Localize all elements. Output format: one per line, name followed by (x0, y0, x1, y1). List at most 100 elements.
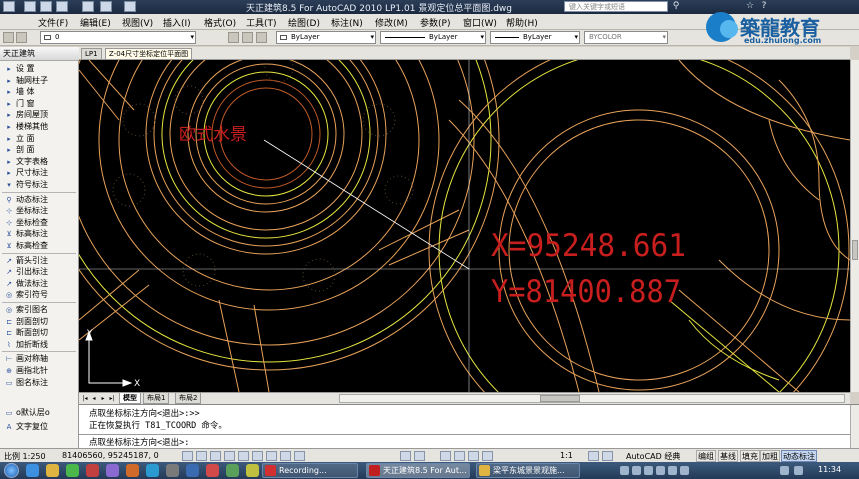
sidebar-item-6[interactable]: ▸ 立 面 (0, 133, 78, 145)
horizontal-scrollbar[interactable] (339, 394, 845, 403)
tray-icon[interactable] (656, 466, 665, 475)
sidebar-item-26[interactable]: ▭ 图名标注 (0, 377, 78, 389)
layer-manager-icon[interactable] (3, 32, 14, 43)
dyn-icon[interactable] (280, 451, 291, 461)
app-icon[interactable] (206, 464, 219, 477)
showmotion-icon[interactable] (482, 451, 493, 461)
app-icon[interactable] (246, 464, 259, 477)
sidebar-item-13[interactable]: ⊹ 坐标检查 (0, 217, 78, 229)
menu-tools[interactable]: 工具(T) (246, 16, 277, 29)
scroll-thumb[interactable] (540, 395, 580, 402)
polar-icon[interactable] (224, 451, 235, 461)
command-scrollbar[interactable] (850, 405, 859, 449)
menu-parameter[interactable]: 参数(P) (420, 16, 450, 29)
steering-wheel-icon[interactable] (468, 451, 479, 461)
menu-draw[interactable]: 绘图(D) (288, 16, 320, 29)
sidebar-item-16[interactable]: ↗ 箭头引注 (0, 255, 78, 267)
last-tab-arrow-icon[interactable]: ▸| (108, 394, 116, 404)
osnap-icon[interactable] (238, 451, 249, 461)
sidebar-item-21[interactable]: ⊏ 剖面剖切 (0, 316, 78, 328)
layer-previous-icon[interactable] (242, 32, 253, 43)
next-tab-arrow-icon[interactable]: ▸ (99, 394, 107, 404)
menu-file[interactable]: 文件(F) (38, 16, 68, 29)
command-line[interactable]: 点取坐标标注方向<退出>:>> 正在恢复执行 T81_TCOORD 命令。 点取… (79, 404, 859, 449)
network-icon[interactable] (780, 466, 789, 475)
help-icon[interactable]: ? (758, 1, 770, 12)
menu-view[interactable]: 视图(V) (122, 16, 153, 29)
sidebar-item-23[interactable]: ⌇ 加折断线 (0, 339, 78, 351)
menu-modify[interactable]: 修改(M) (375, 16, 408, 29)
search-input[interactable]: 键入关键字或短语 (564, 1, 668, 12)
taskbar-folder[interactable]: 梁平东城景景观施... (476, 463, 580, 478)
volume-icon[interactable] (794, 466, 803, 475)
sidebar-item-4[interactable]: ▸ 房间屋顶 (0, 109, 78, 121)
otrack-icon[interactable] (252, 451, 263, 461)
app-icon[interactable] (126, 464, 139, 477)
layer-state-icon[interactable] (16, 32, 27, 43)
app-icon[interactable] (186, 464, 199, 477)
sidebar-item-24[interactable]: ⊢ 画对称轴 (0, 353, 78, 365)
menu-edit[interactable]: 编辑(E) (80, 16, 111, 29)
tab-layout1[interactable]: 布局1 (143, 393, 170, 404)
lineweight-combo[interactable]: ByLayer ▾ (490, 31, 580, 44)
app-icon[interactable] (3, 1, 15, 12)
taskbar-tangent[interactable]: 天正建筑8.5 For Aut... (366, 463, 470, 478)
toggle-dynamic-dimension[interactable]: 动态标注 (781, 450, 817, 462)
tab-lp1[interactable]: LP1 (81, 48, 102, 59)
tab-model[interactable]: 模型 (119, 393, 141, 404)
sidebar-item-20[interactable]: ◎ 索引图名 (0, 304, 78, 316)
app-icon[interactable] (86, 464, 99, 477)
sidebar-item-9[interactable]: ▸ 尺寸标注 (0, 167, 78, 179)
new-icon[interactable] (24, 1, 36, 12)
search-icon[interactable]: ⚲ (670, 1, 682, 12)
ducs-icon[interactable] (266, 451, 277, 461)
app-icon[interactable] (166, 464, 179, 477)
sidebar-item-3[interactable]: ▸ 门 窗 (0, 98, 78, 110)
toggle-baseline[interactable]: 基线 (718, 450, 738, 462)
make-current-icon[interactable] (228, 32, 239, 43)
media-player-icon[interactable] (66, 464, 79, 477)
sidebar-item-5[interactable]: ▸ 楼梯其他 (0, 121, 78, 133)
color-combo[interactable]: ByLayer ▾ (276, 31, 376, 44)
menu-dimension[interactable]: 标注(N) (331, 16, 363, 29)
drawing-canvas[interactable]: 欧式水景 X=95248.661 Y=81400.887 Y X (79, 60, 850, 392)
sidebar-item-14[interactable]: ⊻ 标高标注 (0, 228, 78, 240)
menu-help[interactable]: 帮助(H) (506, 16, 538, 29)
sidebar-item-text-reset[interactable]: A 文字复位 (0, 421, 78, 433)
tab-layout2[interactable]: 布局2 (175, 393, 202, 404)
tray-icon[interactable] (668, 466, 677, 475)
sidebar-item-19[interactable]: ◎ 索引符号 (0, 289, 78, 301)
first-tab-arrow-icon[interactable]: |◂ (81, 394, 89, 404)
tab-z04[interactable]: Z-04尺寸坐标定位平面图 (105, 48, 193, 59)
sidebar-item-2[interactable]: ▸ 墙 体 (0, 86, 78, 98)
menu-insert[interactable]: 插入(I) (163, 16, 191, 29)
prev-tab-arrow-icon[interactable]: ◂ (90, 394, 98, 404)
workspace-switch[interactable]: AutoCAD 经典 (626, 451, 680, 462)
layout-icon[interactable] (414, 451, 425, 461)
toggle-group[interactable]: 编组 (696, 450, 716, 462)
tray-icon[interactable] (620, 466, 629, 475)
app-icon[interactable] (226, 464, 239, 477)
star-icon[interactable]: ☆ (744, 1, 756, 12)
undo-icon[interactable] (82, 1, 94, 12)
annotation-visibility-icon[interactable] (588, 451, 599, 461)
lwt-icon[interactable] (294, 451, 305, 461)
snap-icon[interactable] (182, 451, 193, 461)
taskbar-recording[interactable]: Recording... (262, 463, 358, 478)
menu-window[interactable]: 窗口(W) (463, 16, 497, 29)
plotstyle-combo[interactable]: BYCOLOR ▾ (584, 31, 668, 44)
sidebar-item-11[interactable]: ⚲ 动态标注 (0, 194, 78, 206)
layer-combo[interactable]: 0 ▾ (40, 31, 196, 44)
ortho-icon[interactable] (210, 451, 221, 461)
linetype-combo[interactable]: ByLayer ▾ (380, 31, 486, 44)
sidebar-item-22[interactable]: ⊏ 断面剖切 (0, 327, 78, 339)
tray-icon[interactable] (632, 466, 641, 475)
clock[interactable]: 11:34 (818, 465, 841, 474)
tray-icon[interactable] (644, 466, 653, 475)
print-icon[interactable] (124, 1, 136, 12)
sidebar-item-12[interactable]: ⊹ 坐标标注 (0, 205, 78, 217)
sidebar-item-17[interactable]: ↗ 引出标注 (0, 266, 78, 278)
toggle-bold[interactable]: 加粗 (760, 450, 780, 462)
sidebar-item-15[interactable]: ⊻ 标高检查 (0, 240, 78, 252)
pan-icon[interactable] (440, 451, 451, 461)
